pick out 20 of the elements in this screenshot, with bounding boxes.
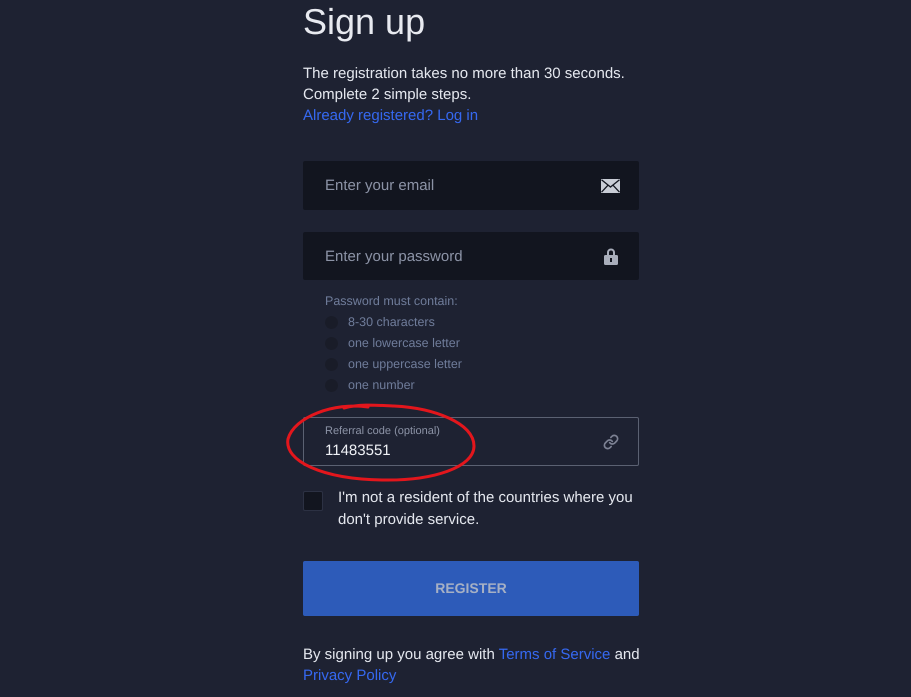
- requirement-text: one number: [348, 377, 415, 394]
- residency-text: I'm not a resident of the countries where you don't provide service.: [338, 488, 634, 530]
- field-label: Referral code (optional): [325, 424, 440, 438]
- page-title: Sign up: [303, 2, 426, 42]
- lock-icon: [604, 247, 618, 265]
- requirement-text: one lowercase letter: [348, 335, 460, 352]
- envelope-icon: [601, 179, 620, 193]
- terms-link[interactable]: Terms of Service: [498, 646, 610, 663]
- login-link[interactable]: Already registered? Log in: [303, 105, 478, 126]
- intro-text: Complete 2 simple steps.: [303, 85, 472, 105]
- privacy-link[interactable]: Privacy Policy: [303, 667, 396, 684]
- requirement-text: 8-30 characters: [348, 314, 435, 331]
- link-icon: [603, 434, 619, 450]
- password-field[interactable]: Enter your password: [303, 232, 639, 280]
- email-field[interactable]: Enter your email: [303, 161, 639, 210]
- intro-text: The registration takes no more than 30 seconds.: [303, 64, 625, 84]
- residency-checkbox[interactable]: [303, 491, 323, 511]
- terms-notice: By signing up you agree with Terms of Service and Privacy Policy: [303, 645, 641, 686]
- password-rules-heading: Password must contain:: [325, 293, 458, 310]
- requirement-text: one uppercase letter: [348, 356, 462, 373]
